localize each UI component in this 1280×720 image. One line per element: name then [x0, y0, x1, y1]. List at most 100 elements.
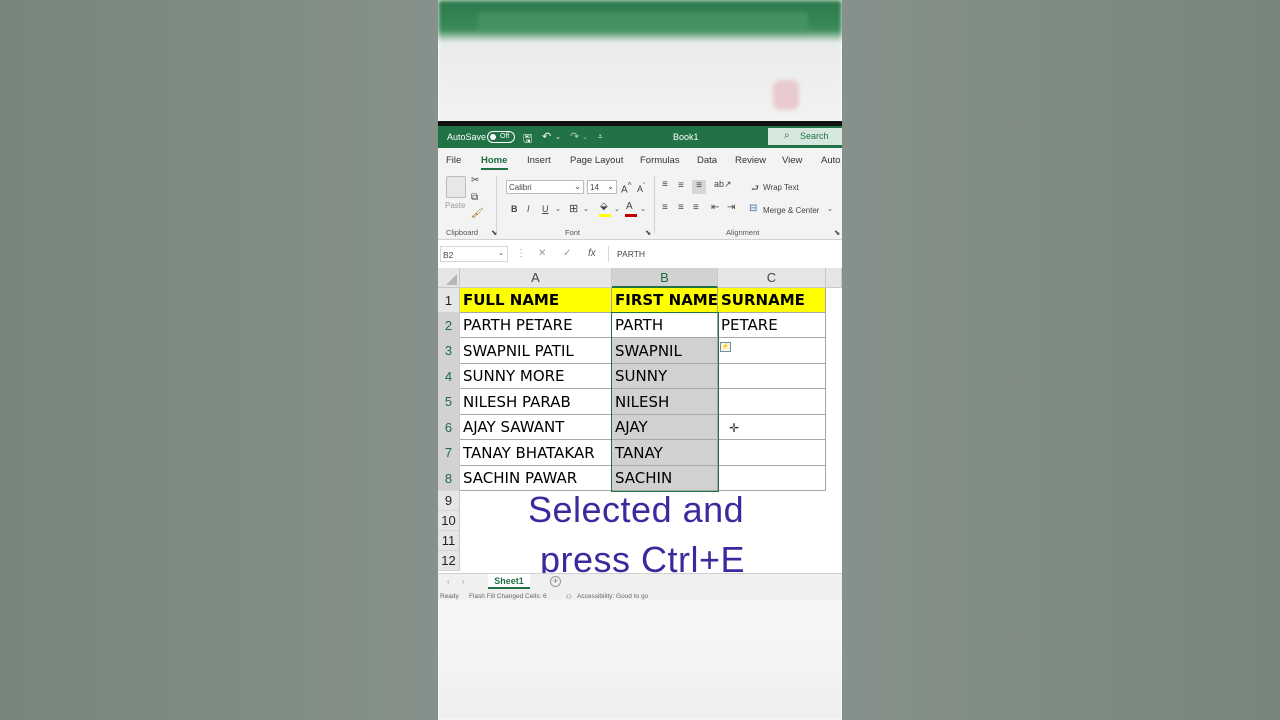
fill-color-icon[interactable]: ⬙ — [600, 201, 608, 212]
cell-b5[interactable]: NILESH — [612, 389, 718, 415]
row-header[interactable]: 3 — [438, 338, 460, 364]
align-middle-icon[interactable]: ≡ — [678, 180, 684, 191]
row-header[interactable]: 12 — [438, 551, 460, 571]
cell-c3[interactable] — [718, 338, 826, 364]
chevron-down-icon[interactable]: ⌄ — [640, 205, 646, 213]
insert-function-button[interactable]: fx — [588, 248, 596, 259]
row-header[interactable]: 9 — [438, 491, 460, 511]
column-header-a[interactable]: A — [460, 268, 612, 288]
row-header[interactable]: 11 — [438, 531, 460, 551]
tab-review[interactable]: Review — [735, 155, 766, 166]
row-header[interactable]: 6 — [438, 415, 460, 440]
cell-a7[interactable]: TANAY BHATAKAR — [460, 440, 612, 466]
clipboard-launcher-icon[interactable]: ⬊ — [491, 228, 497, 237]
add-sheet-icon[interactable]: + — [550, 576, 561, 587]
cell-a3[interactable]: SWAPNIL PATIL — [460, 338, 612, 364]
tab-insert[interactable]: Insert — [527, 155, 551, 166]
cell-c5[interactable] — [718, 389, 826, 415]
borders-icon[interactable]: ⊞ — [569, 202, 578, 215]
merge-center-icon[interactable]: ⊟ — [749, 203, 757, 214]
format-painter-icon[interactable]: 🖌 — [471, 208, 484, 219]
chevron-down-icon[interactable]: ⌄ — [614, 205, 620, 213]
undo-icon[interactable]: ↶ — [542, 130, 551, 143]
cell-a6[interactable]: AJAY SAWANT — [460, 415, 612, 440]
chevron-down-icon[interactable]: ⌄ — [827, 205, 833, 213]
row-header[interactable]: 10 — [438, 511, 460, 531]
decrease-indent-icon[interactable]: ⇤ — [711, 202, 719, 213]
cell-c7[interactable] — [718, 440, 826, 466]
cell-a2[interactable]: PARTH PETARE — [460, 313, 612, 338]
cancel-icon[interactable]: ✕ — [538, 248, 546, 259]
column-header-b[interactable]: B — [612, 268, 718, 288]
paste-label[interactable]: Paste — [445, 201, 465, 210]
font-name-select[interactable]: Calibri ⌄ — [506, 180, 584, 194]
alignment-launcher-icon[interactable]: ⬊ — [834, 228, 840, 237]
name-box[interactable]: B2 ⌄ — [440, 246, 508, 262]
align-left-icon[interactable]: ≡ — [662, 202, 668, 213]
wrap-text-label[interactable]: Wrap Text — [763, 183, 799, 192]
undo-dropdown-icon[interactable]: ⌄ — [555, 133, 561, 141]
align-right-icon[interactable]: ≡ — [693, 202, 699, 213]
enter-icon[interactable]: ✓ — [563, 248, 571, 259]
font-size-select[interactable]: 14 ⌄ — [587, 180, 617, 194]
decrease-font-icon[interactable]: Aˇ — [637, 181, 646, 194]
save-icon[interactable]: 🖫 — [523, 130, 532, 149]
tab-formulas[interactable]: Formulas — [640, 155, 680, 166]
row-header[interactable]: 5 — [438, 389, 460, 415]
formula-input[interactable]: PARTH — [608, 246, 842, 262]
cell-b2[interactable]: PARTH — [612, 313, 718, 338]
search-box[interactable]: ⌕ Search — [768, 128, 842, 145]
cell-b1[interactable]: FIRST NAME — [612, 288, 718, 313]
tab-next-icon[interactable]: › — [462, 577, 465, 586]
align-bottom-icon[interactable]: ≡ — [692, 180, 706, 194]
cell-c4[interactable] — [718, 364, 826, 389]
merge-center-label[interactable]: Merge & Center — [763, 206, 819, 215]
bold-button[interactable]: B — [511, 204, 518, 214]
row-header[interactable]: 2 — [438, 313, 460, 338]
cell-a4[interactable]: SUNNY MORE — [460, 364, 612, 389]
paste-icon[interactable] — [446, 176, 466, 198]
tab-file[interactable]: File — [446, 155, 461, 166]
customize-toolbar-icon[interactable]: ⩡ — [598, 132, 603, 142]
cell-b6[interactable]: AJAY — [612, 415, 718, 440]
select-all-button[interactable] — [438, 268, 460, 288]
font-launcher-icon[interactable]: ⬊ — [645, 228, 651, 237]
orientation-icon[interactable]: ab↗ — [714, 179, 732, 190]
row-header[interactable]: 4 — [438, 364, 460, 389]
status-accessibility[interactable]: Accessibility: Good to go — [577, 593, 648, 600]
row-header[interactable]: 1 — [438, 288, 460, 313]
row-header[interactable]: 8 — [438, 466, 460, 491]
italic-button[interactable]: I — [527, 204, 530, 214]
cell-b4[interactable]: SUNNY — [612, 364, 718, 389]
column-header-d[interactable] — [826, 268, 842, 288]
increase-font-icon[interactable]: A^ — [621, 180, 632, 195]
cell-b3[interactable]: SWAPNIL — [612, 338, 718, 364]
row-header[interactable]: 7 — [438, 440, 460, 466]
cell-b7[interactable]: TANAY — [612, 440, 718, 466]
flash-fill-options-icon[interactable]: ⚡ — [720, 342, 731, 352]
cell-c1[interactable]: SURNAME — [718, 288, 826, 313]
align-center-icon[interactable]: ≡ — [678, 202, 684, 213]
tab-data[interactable]: Data — [697, 155, 717, 166]
redo-dropdown-icon[interactable]: ⌄ — [582, 133, 588, 141]
cut-icon[interactable]: ✂ — [471, 175, 479, 186]
font-color-icon[interactable]: A — [626, 201, 633, 212]
chevron-down-icon[interactable]: ⌄ — [583, 205, 589, 213]
cell-c2[interactable]: PETARE — [718, 313, 826, 338]
wrap-text-icon[interactable]: ⮐ — [751, 181, 759, 197]
increase-indent-icon[interactable]: ⇥ — [727, 202, 735, 213]
tab-home[interactable]: Home — [481, 155, 507, 166]
cell-a1[interactable]: FULL NAME — [460, 288, 612, 313]
underline-button[interactable]: U — [542, 204, 549, 214]
redo-icon[interactable]: ↷ — [570, 130, 579, 143]
sheet-tab-sheet1[interactable]: Sheet1 — [488, 574, 530, 589]
copy-icon[interactable]: ⧉ — [471, 192, 478, 203]
align-top-icon[interactable]: ≡ — [662, 179, 668, 190]
tab-page-layout[interactable]: Page Layout — [570, 155, 623, 166]
tab-automate[interactable]: Auto — [821, 155, 841, 166]
tab-prev-icon[interactable]: ‹ — [447, 577, 450, 586]
cell-a5[interactable]: NILESH PARAB — [460, 389, 612, 415]
column-header-c[interactable]: C — [718, 268, 826, 288]
tab-view[interactable]: View — [782, 155, 802, 166]
chevron-down-icon[interactable]: ⌄ — [555, 205, 561, 213]
